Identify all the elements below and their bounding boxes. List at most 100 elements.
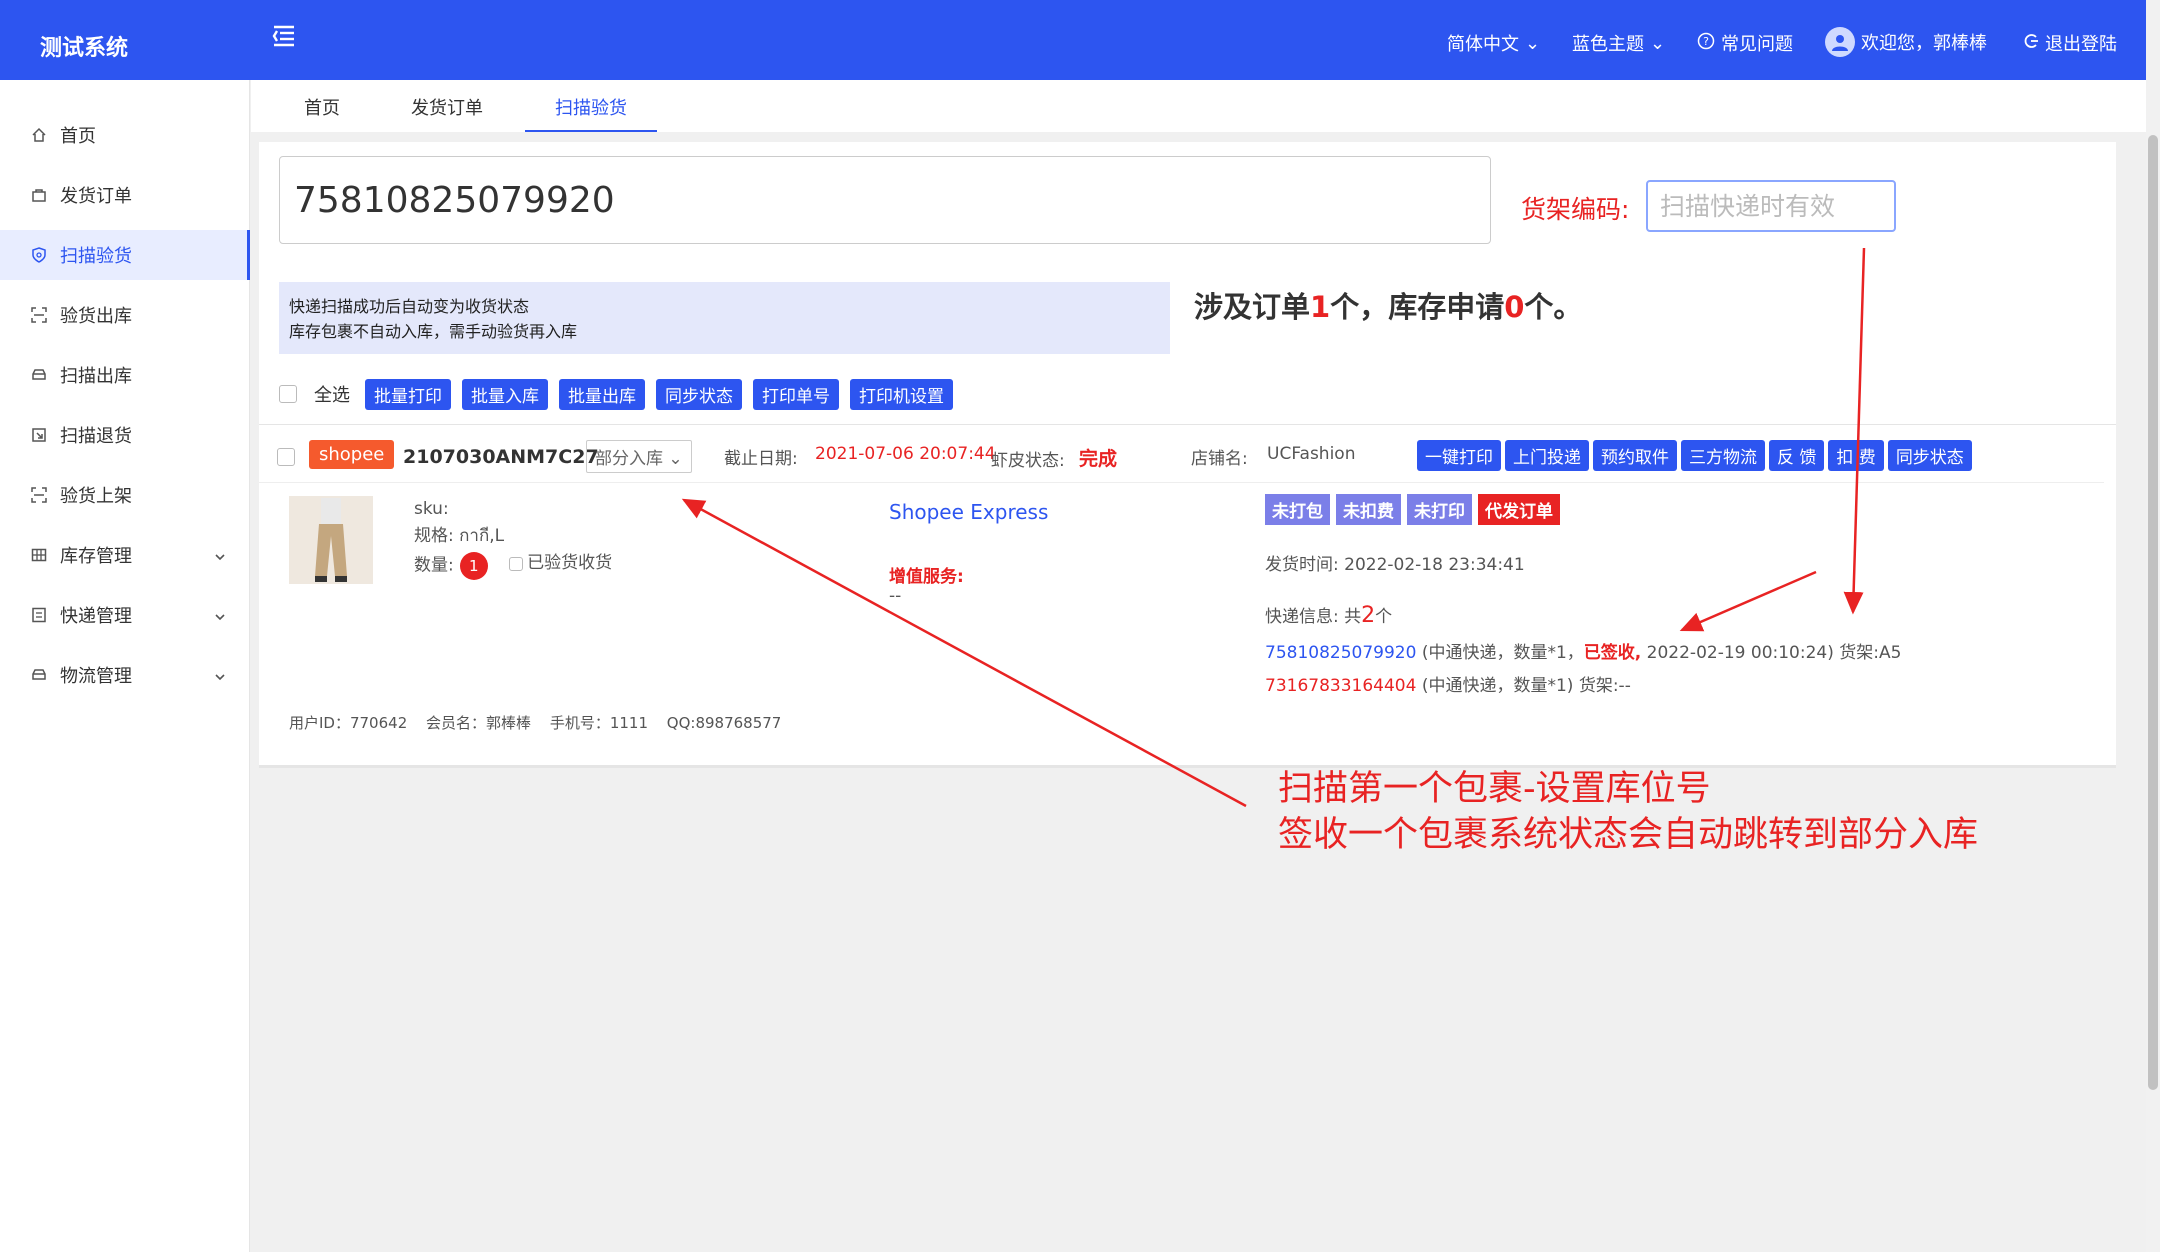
annotation-text: 扫描第一个包裹-设置库位号 签收一个包裹系统状态会自动跳转到部分入库	[1278, 766, 1978, 858]
sync-status-button[interactable]: 同步状态	[656, 378, 742, 410]
sidebar-item-label: 扫描出库	[60, 366, 132, 387]
faq-link[interactable]: ? 常见问题	[1697, 30, 1793, 56]
batch-print-button[interactable]: 批量打印	[365, 378, 451, 410]
print-tracking-button[interactable]: 打印单号	[753, 378, 839, 410]
member-name: 会员名：郭棒棒	[426, 714, 532, 732]
express-info: 快递信息: 共2个	[1265, 602, 1392, 628]
home-icon	[30, 126, 48, 144]
sidebar-item-verify-shelve[interactable]: 验货上架	[0, 470, 250, 520]
phone: 手机号：1111	[549, 714, 649, 732]
car-icon	[30, 366, 48, 384]
order-actions: 一键打印 上门投递 预约取件 三方物流 反 馈 扣 费 同步状态	[1417, 440, 1972, 471]
batch-stock-out-button[interactable]: 批量出库	[559, 378, 645, 410]
return-icon	[30, 426, 48, 444]
express-total-prefix: 共	[1344, 607, 1362, 627]
sidebar-item-scan-return[interactable]: 扫描退货	[0, 410, 250, 460]
app-logo: 测试系统	[40, 36, 129, 61]
sidebar-item-inventory[interactable]: 库存管理	[0, 530, 250, 580]
shelf-code-label: 货架编码:	[1521, 195, 1630, 224]
verified-checkbox-group[interactable]: 已验货收货	[509, 550, 612, 577]
menu-collapse-icon[interactable]	[270, 22, 302, 54]
express-line: 73167833164404 (中通快递，数量*1) 货架:--	[1265, 671, 1631, 696]
sidebar-item-logistics[interactable]: 物流管理	[0, 650, 250, 700]
tracking-link[interactable]: 75810825079920	[1265, 643, 1416, 663]
sidebar-item-label: 验货出库	[60, 306, 132, 327]
order-row: shopee 2107030ANM7C27 部分入库 ⌄ 截止日期: 2021-…	[259, 426, 2116, 756]
feedback-button[interactable]: 反 馈	[1769, 440, 1825, 471]
store-label: 店铺名:	[1191, 449, 1248, 469]
value-added-value: --	[889, 586, 902, 606]
language-dropdown[interactable]: 简体中文 ⌄	[1447, 30, 1540, 56]
third-party-logistics-button[interactable]: 三方物流	[1681, 440, 1765, 471]
shopee-status-value: 完成	[1079, 448, 1118, 470]
shelf-code-input[interactable]	[1646, 180, 1896, 232]
summary-suffix: 个。	[1524, 290, 1583, 324]
sidebar-item-scan-verify[interactable]: 扫描验货	[0, 230, 250, 280]
theme-dropdown[interactable]: 蓝色主题 ⌄	[1572, 30, 1665, 56]
carrier-link[interactable]: Shopee Express	[889, 500, 1048, 524]
shield-icon	[30, 246, 48, 264]
scan-icon	[30, 306, 48, 324]
sidebar-item-label: 验货上架	[60, 486, 132, 507]
avatar	[1825, 27, 1855, 57]
quantity-line: 数量: 1 已验货收货	[414, 550, 612, 580]
verified-label: 已验货收货	[527, 553, 613, 573]
value-added-label: 增值服务:	[889, 567, 964, 587]
tracking-scan-input[interactable]	[279, 156, 1491, 244]
scrollbar-thumb[interactable]	[2148, 135, 2158, 1090]
sidebar-item-label: 物流管理	[60, 666, 132, 687]
signed-status: 已签收,	[1583, 643, 1642, 663]
chevron-down-icon: ⌄	[1525, 32, 1541, 54]
batch-stock-in-button[interactable]: 批量入库	[462, 378, 548, 410]
notice-line: 快递扫描成功后自动变为收货状态	[289, 297, 530, 316]
one-click-print-button[interactable]: 一键打印	[1417, 440, 1501, 471]
tracking-link[interactable]: 73167833164404	[1265, 676, 1416, 696]
user-info: 用户ID：770642 会员名：郭棒棒 手机号：1111 QQ:89876857…	[289, 712, 795, 733]
chevron-down-icon	[214, 667, 226, 688]
tab-orders[interactable]: 发货订单	[411, 94, 483, 130]
sync-status-button[interactable]: 同步状态	[1887, 440, 1972, 471]
tab-home[interactable]: 首页	[304, 94, 340, 130]
quantity-badge: 1	[459, 551, 488, 580]
order-number[interactable]: 2107030ANM7C27	[403, 446, 599, 468]
sidebar-item-verify-out[interactable]: 验货出库	[0, 290, 250, 340]
express-total-count: 2	[1361, 603, 1376, 628]
annotation-line: 签收一个包裹系统状态会自动跳转到部分入库	[1278, 815, 1979, 855]
summary-orders-count: 1	[1310, 290, 1331, 324]
sidebar-item-express[interactable]: 快递管理	[0, 590, 250, 640]
grid-icon	[30, 546, 48, 564]
ship-time-value: 2022-02-18 23:34:41	[1344, 555, 1525, 575]
quantity-label: 数量:	[414, 555, 454, 576]
verified-checkbox[interactable]	[509, 556, 524, 571]
printer-settings-button[interactable]: 打印机设置	[850, 378, 953, 410]
door-delivery-button[interactable]: 上门投递	[1505, 440, 1589, 471]
chevron-down-icon	[214, 547, 226, 568]
express-detail-rest: 2022-02-19 00:10:24) 货架:A5	[1646, 643, 1902, 663]
user-menu[interactable]: 欢迎您，郭棒棒	[1825, 27, 1987, 57]
order-checkbox[interactable]	[277, 448, 295, 466]
help-icon: ?	[1697, 32, 1715, 55]
ship-time: 发货时间: 2022-02-18 23:34:41	[1265, 550, 1525, 575]
summary-prefix: 涉及订单	[1194, 290, 1311, 324]
spec-line: 规格: กากี,L	[414, 523, 612, 550]
spec-value: กากี,L	[459, 526, 505, 546]
svg-text:?: ?	[1703, 35, 1709, 48]
sidebar-item-orders[interactable]: 发货订单	[0, 170, 250, 220]
product-image	[289, 496, 373, 584]
logout-button[interactable]: 退出登陆	[2023, 30, 2117, 56]
order-summary: 涉及订单1个，库存申请0个。	[1194, 284, 1582, 326]
main-panel: 货架编码: 快递扫描成功后自动变为收货状态 库存包裹不自动入库，需手动验货再入库…	[259, 142, 2116, 765]
sidebar-item-scan-out[interactable]: 扫描出库	[0, 350, 250, 400]
tab-scan-verify[interactable]: 扫描验货	[525, 94, 657, 132]
select-all-checkbox[interactable]	[279, 385, 297, 403]
deduct-fee-button[interactable]: 扣 费	[1828, 440, 1884, 471]
welcome-text: 欢迎您，郭棒棒	[1861, 33, 1987, 54]
schedule-pickup-button[interactable]: 预约取件	[1593, 440, 1677, 471]
sidebar-item-home[interactable]: 首页	[0, 110, 250, 160]
order-status-select[interactable]: 部分入库 ⌄	[586, 440, 692, 473]
status-badge: 未打包	[1265, 494, 1330, 525]
status-badge: 代发订单	[1478, 494, 1560, 525]
spec-label: 规格:	[414, 526, 454, 546]
shopee-status-label: 虾皮状态:	[991, 451, 1065, 471]
deadline-value: 2021-07-06 20:07:44	[815, 444, 996, 464]
